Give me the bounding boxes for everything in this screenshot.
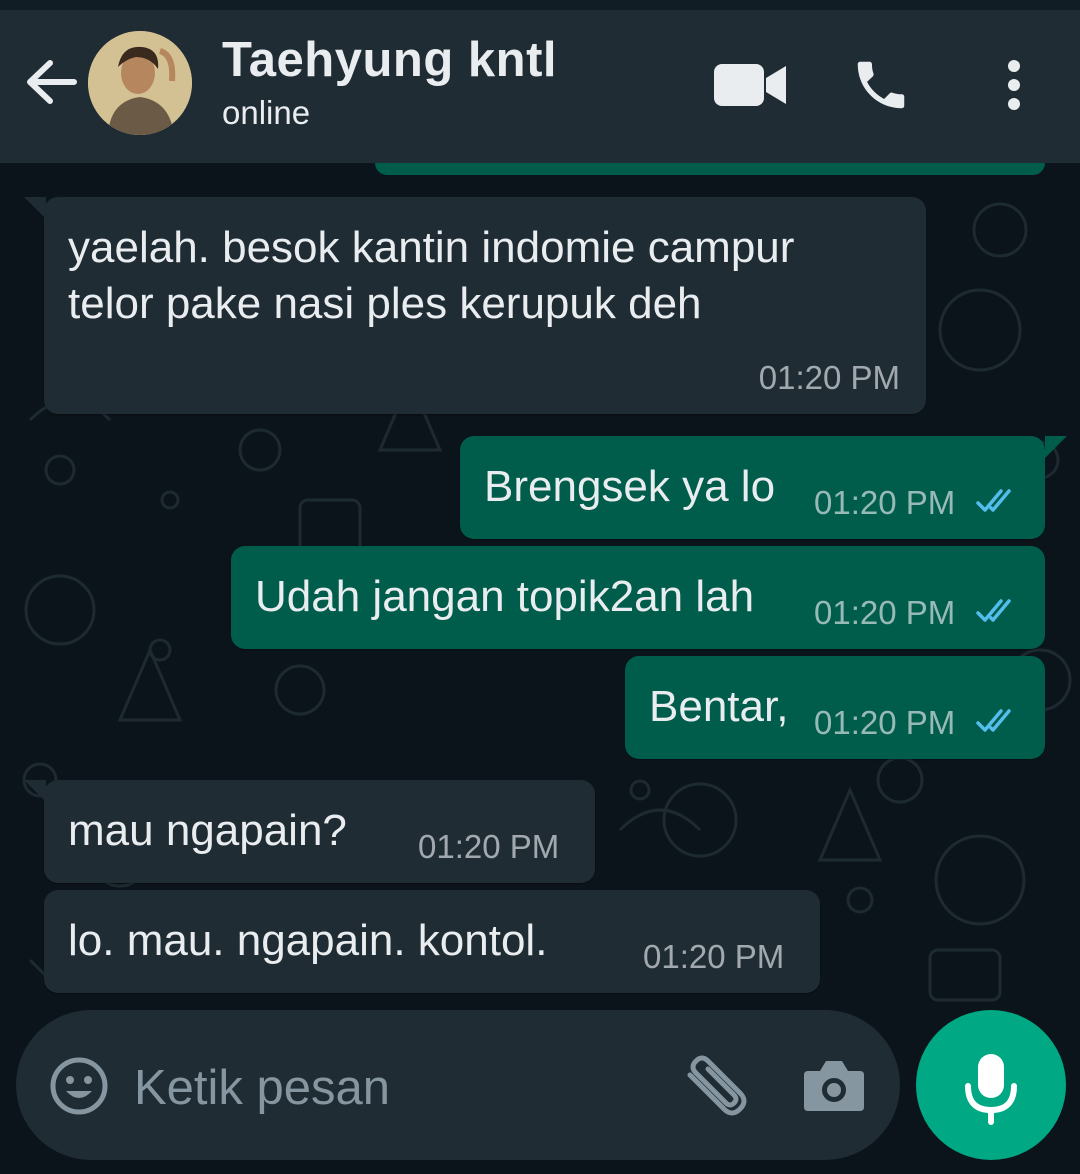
bubble-tail <box>1045 436 1067 458</box>
message-text: Brengsek ya lo <box>484 462 776 511</box>
message-time: 01:20 PM <box>814 704 956 741</box>
read-receipt-icon <box>976 709 1011 732</box>
phone-icon[interactable] <box>850 54 912 116</box>
bubble-tail <box>24 197 46 219</box>
bubble-tail <box>24 780 46 802</box>
message-text: Bentar, <box>649 682 789 731</box>
attach-icon[interactable] <box>680 1055 752 1117</box>
camera-icon[interactable] <box>802 1055 866 1115</box>
message-bubble-outgoing[interactable]: Brengsek ya lo 01:20 PM <box>460 436 1067 539</box>
message-time: 01:20 PM <box>758 359 900 396</box>
message-bubble-outgoing[interactable]: Bentar, 01:20 PM <box>625 656 1045 759</box>
message-text: lo. mau. ngapain. kontol. <box>68 916 548 965</box>
message-time: 01:20 PM <box>418 828 560 865</box>
mic-icon <box>965 1054 1017 1125</box>
message-input-placeholder: Ketik pesan <box>134 1061 391 1115</box>
message-bubble-incoming[interactable]: yaelah. besok kantin indomie campur telo… <box>24 197 926 414</box>
previous-message-bubble <box>375 163 1045 175</box>
read-receipt-icon <box>976 599 1011 622</box>
status-bar <box>0 0 1080 10</box>
message-text: mau ngapain? <box>68 806 347 855</box>
contact-status: online <box>222 94 311 131</box>
message-text: Udah jangan topik2an lah <box>255 572 755 621</box>
message-bubble-incoming[interactable]: lo. mau. ngapain. kontol. 01:20 PM <box>44 890 820 993</box>
message-time: 01:20 PM <box>643 938 785 975</box>
message-bubble-outgoing[interactable]: Udah jangan topik2an lah 01:20 PM <box>231 546 1045 649</box>
avatar[interactable] <box>88 31 192 135</box>
message-text-line: yaelah. besok kantin indomie campur <box>68 223 795 272</box>
mic-button[interactable] <box>916 1010 1066 1160</box>
message-time: 01:20 PM <box>814 484 956 521</box>
video-call-icon[interactable] <box>712 60 788 110</box>
message-time: 01:20 PM <box>814 594 956 631</box>
more-vert-icon[interactable] <box>996 54 1032 116</box>
message-text-line: telor pake nasi ples kerupuk deh <box>68 279 702 328</box>
emoji-icon[interactable] <box>48 1055 110 1117</box>
read-receipt-icon <box>976 489 1011 512</box>
message-bubble-incoming[interactable]: mau ngapain? 01:20 PM <box>24 780 595 883</box>
back-arrow-icon[interactable] <box>22 56 80 108</box>
contact-name[interactable]: Taehyung kntl <box>222 32 557 88</box>
